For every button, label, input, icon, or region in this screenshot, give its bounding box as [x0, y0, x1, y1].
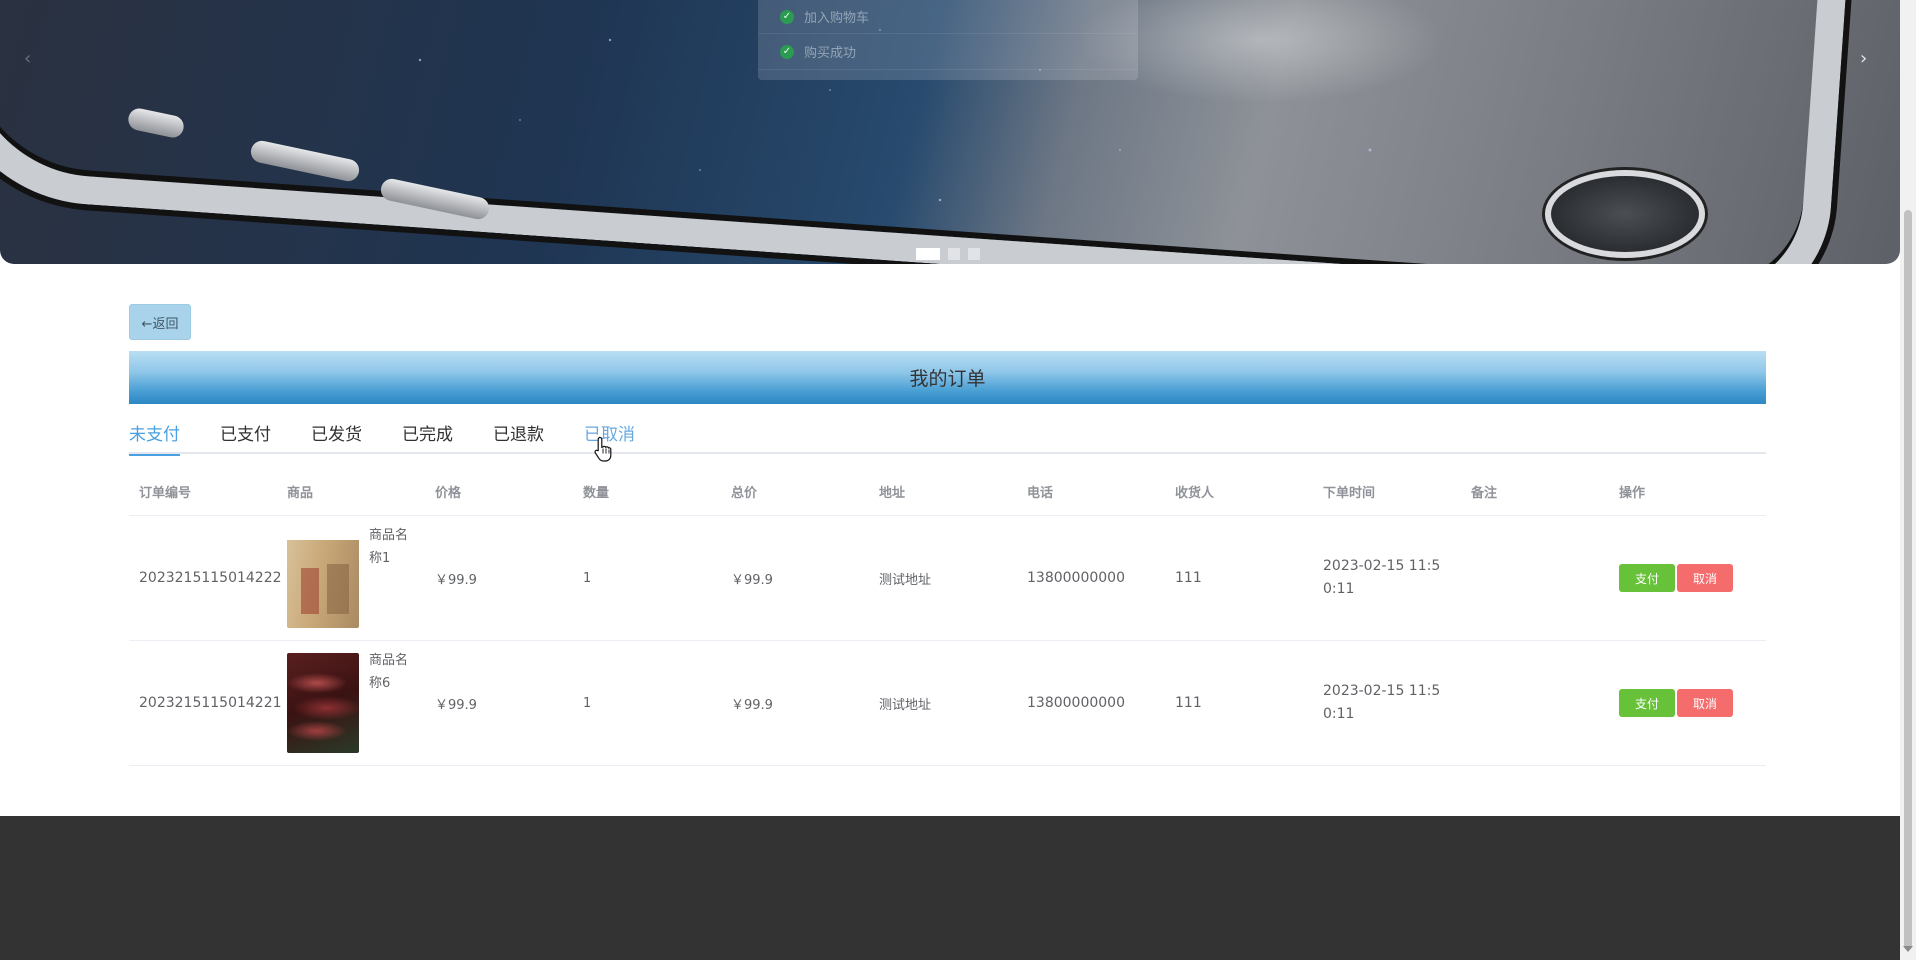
address: 测试地址	[879, 572, 932, 588]
banner-carousel: ✓ 加入购物车 ✓ 购买成功 ‹ ›	[0, 0, 1900, 264]
pay-button[interactable]: 支付	[1619, 689, 1675, 717]
cancel-button[interactable]: 取消	[1677, 689, 1733, 717]
total-price: ￥99.9	[731, 697, 773, 713]
check-circle-icon: ✓	[780, 9, 794, 24]
back-button[interactable]: ←返回	[129, 304, 191, 340]
order-time: 2023-02-15 11:50:11	[1323, 683, 1441, 722]
carousel-indicator-2[interactable]	[948, 248, 960, 260]
goods-cell: 商品名称6	[277, 653, 425, 753]
header-goods: 商品	[287, 486, 314, 501]
goods-cell: 商品名称1	[277, 528, 425, 628]
goods-thumbnail[interactable]	[287, 528, 359, 628]
carousel-prev-arrow-icon[interactable]: ‹	[24, 50, 31, 68]
banner-phone-home-button	[1545, 170, 1705, 258]
notification-toast-panel: ✓ 加入购物车 ✓ 购买成功	[758, 0, 1138, 80]
page-footer	[0, 816, 1900, 960]
total-price: ￥99.9	[731, 572, 773, 588]
orders-table: 订单编号 商品 价格 数量 总价 地址 电话 收货人 下单时间 备注 操作 20…	[129, 468, 1766, 766]
scroll-down-arrow-icon[interactable]	[1903, 946, 1913, 952]
check-circle-icon: ✓	[780, 44, 794, 59]
header-total: 总价	[731, 486, 758, 501]
page-title: 我的订单	[909, 368, 986, 390]
table-row: 2023215115014221 商品名称6 ￥99.9 1 ￥99.9 测试地…	[129, 641, 1766, 766]
goods-name: 商品名称6	[369, 653, 409, 691]
pay-button[interactable]: 支付	[1619, 564, 1675, 592]
toast-text: 购买成功	[804, 46, 857, 61]
toast-item: ✓ 加入购物车	[758, 0, 1138, 34]
tab-unpaid[interactable]: 未支付	[129, 418, 180, 456]
tab-shipped[interactable]: 已发货	[311, 418, 362, 454]
header-order-no: 订单编号	[139, 486, 192, 501]
price: ￥99.9	[435, 697, 477, 713]
address: 测试地址	[879, 697, 932, 713]
carousel-indicator-3[interactable]	[968, 248, 980, 260]
receiver: 111	[1175, 695, 1202, 711]
header-phone: 电话	[1027, 486, 1054, 501]
header-quantity: 数量	[583, 486, 610, 501]
goods-thumbnail[interactable]	[287, 653, 359, 753]
phone: 13800000000	[1027, 695, 1125, 711]
toast-text: 加入购物车	[804, 11, 870, 26]
phone: 13800000000	[1027, 570, 1125, 586]
price: ￥99.9	[435, 572, 477, 588]
quantity: 1	[583, 695, 592, 711]
row-actions: 支付 取消	[1609, 564, 1766, 592]
tab-paid[interactable]: 已支付	[220, 418, 271, 454]
order-no: 2023215115014222	[139, 570, 282, 586]
tab-refunded[interactable]: 已退款	[493, 418, 544, 454]
page-scrollbar[interactable]	[1900, 0, 1916, 960]
order-time: 2023-02-15 11:50:11	[1323, 558, 1441, 597]
header-remark: 备注	[1471, 486, 1498, 501]
table-header: 订单编号 商品 价格 数量 总价 地址 电话 收货人 下单时间 备注 操作	[129, 468, 1766, 516]
header-address: 地址	[879, 486, 906, 501]
toast-item: ✓ 购买成功	[758, 34, 1138, 70]
header-price: 价格	[435, 486, 462, 501]
order-status-tabs: 未支付 已支付 已发货 已完成 已退款 已取消	[129, 418, 1766, 456]
receiver: 111	[1175, 570, 1202, 586]
tab-completed[interactable]: 已完成	[402, 418, 453, 454]
hand-cursor-icon	[594, 436, 612, 462]
scrollbar-thumb[interactable]	[1904, 210, 1912, 950]
cancel-button[interactable]: 取消	[1677, 564, 1733, 592]
carousel-indicators	[916, 248, 980, 260]
page-title-bar: 我的订单	[129, 351, 1766, 404]
quantity: 1	[583, 570, 592, 586]
order-no: 2023215115014221	[139, 695, 282, 711]
header-receiver: 收货人	[1175, 486, 1215, 501]
header-order-time: 下单时间	[1323, 486, 1376, 501]
carousel-indicator-1[interactable]	[916, 248, 940, 260]
row-actions: 支付 取消	[1609, 689, 1766, 717]
goods-name: 商品名称1	[369, 528, 409, 566]
table-row: 2023215115014222 商品名称1 ￥99.9 1 ￥99.9 测试地…	[129, 516, 1766, 641]
carousel-next-arrow-icon[interactable]: ›	[1860, 50, 1867, 68]
header-actions: 操作	[1619, 486, 1646, 501]
